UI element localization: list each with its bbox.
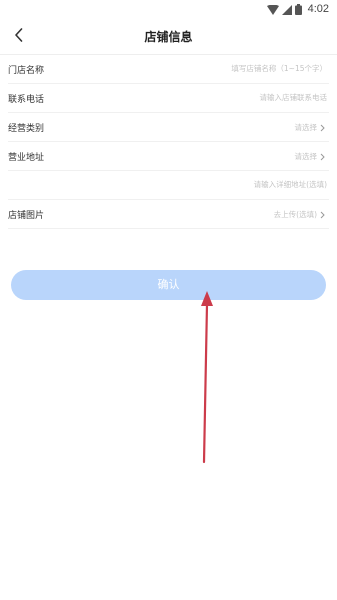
- store-name-label: 门店名称: [8, 66, 45, 76]
- store-photo-value: 去上传(选填): [273, 210, 317, 219]
- store-photo-label: 店铺图片: [8, 211, 45, 221]
- category-value: 请选择: [294, 123, 318, 132]
- chevron-right-icon: [320, 124, 327, 132]
- store-photo-row[interactable]: 店铺图片 去上传(选填): [8, 200, 329, 229]
- address-select[interactable]: 请选择: [295, 151, 328, 162]
- category-row[interactable]: 经营类别 请选择: [8, 113, 329, 142]
- chevron-right-icon: [320, 153, 327, 161]
- chevron-right-icon: [320, 211, 327, 219]
- status-time: 4:02: [307, 3, 329, 15]
- status-icons: 4:02: [266, 0, 329, 19]
- address-value: 请选择: [294, 152, 318, 161]
- confirm-button[interactable]: 确认: [11, 270, 326, 300]
- store-name-row[interactable]: 门店名称: [8, 55, 329, 84]
- phone-value: [177, 93, 327, 102]
- detail-address-input[interactable]: [177, 180, 327, 189]
- nav-bar: 店铺信息: [0, 20, 337, 52]
- store-info-form: 门店名称 联系电话 经营类别 请选择 营业地址 请选择: [0, 55, 337, 229]
- phone-row[interactable]: 联系电话: [8, 84, 329, 113]
- page-title: 店铺信息: [144, 30, 193, 44]
- signal-icon: [281, 0, 292, 19]
- battery-icon: [294, 0, 302, 19]
- detail-address-row[interactable]: [8, 171, 329, 200]
- store-photo-upload[interactable]: 去上传(选填): [274, 209, 327, 220]
- detail-address-value: [177, 180, 327, 189]
- category-select[interactable]: 请选择: [295, 122, 328, 133]
- status-bar: 4:02: [0, 0, 337, 18]
- address-row[interactable]: 营业地址 请选择: [8, 142, 329, 171]
- store-name-input[interactable]: [177, 64, 327, 73]
- wifi-icon: [266, 0, 279, 19]
- store-name-value: [177, 64, 327, 73]
- phone-input[interactable]: [177, 93, 327, 102]
- address-label: 营业地址: [8, 153, 45, 163]
- phone-label: 联系电话: [8, 95, 45, 105]
- category-label: 经营类别: [8, 124, 45, 134]
